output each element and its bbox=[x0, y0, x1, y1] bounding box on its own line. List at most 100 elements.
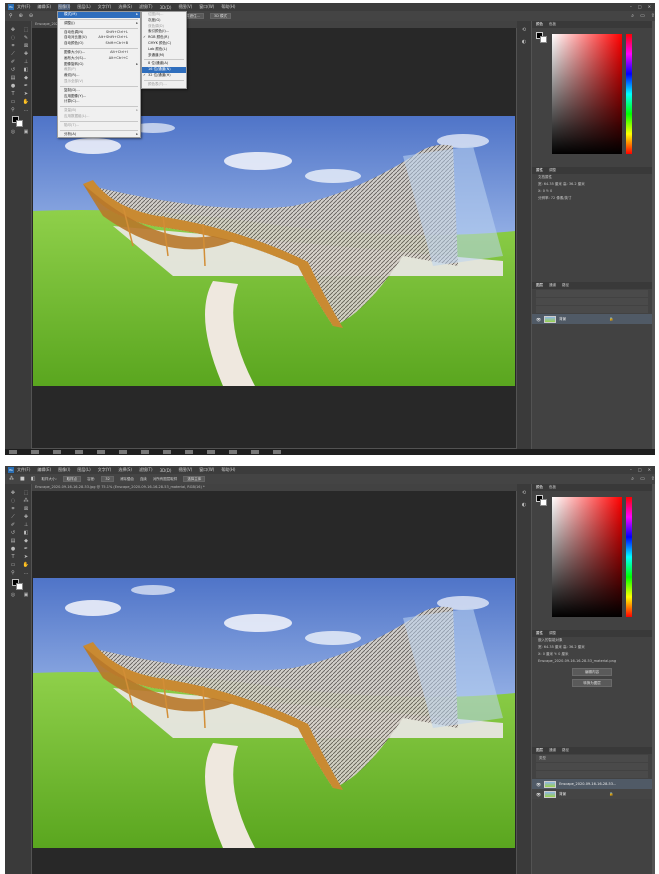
menu-image[interactable]: 图像(I) bbox=[58, 4, 71, 10]
blend-mode[interactable] bbox=[536, 763, 648, 770]
hue-slider[interactable] bbox=[626, 497, 632, 617]
screen-mode-icon[interactable]: ▣ bbox=[21, 129, 31, 135]
saturation-field[interactable] bbox=[552, 497, 622, 617]
menu-select[interactable]: 选择(S) bbox=[118, 4, 132, 10]
minimize-icon[interactable]: – bbox=[630, 467, 632, 472]
maximize-icon[interactable]: □ bbox=[638, 467, 642, 472]
menu-item[interactable]: 自动颜色(O) Shift+Ctrl+B bbox=[58, 41, 140, 47]
taskbar-app-icon[interactable] bbox=[229, 450, 237, 454]
history-icon[interactable]: ⟲ bbox=[522, 490, 526, 496]
pen-tool-icon[interactable]: ✒ bbox=[21, 83, 31, 89]
tab-paths[interactable]: 路径 bbox=[562, 283, 569, 288]
eyedropper-tool-icon[interactable]: ⟋ bbox=[8, 51, 18, 57]
tolerance-input[interactable]: 32 bbox=[101, 476, 114, 482]
menu-help[interactable]: 帮助(H) bbox=[221, 4, 235, 10]
more-tools-icon[interactable]: … bbox=[21, 570, 31, 576]
path-select-icon[interactable]: ➤ bbox=[21, 91, 31, 97]
zoom-tool-icon[interactable]: ⚲ bbox=[8, 570, 18, 576]
stamp-tool-icon[interactable]: ⊥ bbox=[21, 522, 31, 528]
menu-select[interactable]: 选择(S) bbox=[118, 467, 132, 473]
eraser-tool-icon[interactable]: ◧ bbox=[21, 530, 31, 536]
menu-file[interactable]: 文件(F) bbox=[17, 4, 30, 10]
layer-filter[interactable]: 类型 bbox=[536, 755, 648, 762]
tab-properties[interactable]: 属性 bbox=[536, 168, 543, 173]
lasso-tool-icon[interactable]: ◌ bbox=[8, 35, 18, 41]
menu-help[interactable]: 帮助(H) bbox=[221, 467, 235, 473]
color-swatches[interactable] bbox=[8, 578, 31, 590]
path-select-icon[interactable]: ➤ bbox=[21, 554, 31, 560]
eye-icon[interactable]: 👁 bbox=[536, 792, 541, 797]
shape-tool-icon[interactable]: ▭ bbox=[8, 99, 18, 105]
select-subject-button[interactable]: 选择主体 bbox=[183, 476, 206, 482]
adjust-icon[interactable]: ◐ bbox=[522, 39, 526, 45]
blur-tool-icon[interactable]: ◆ bbox=[21, 538, 31, 544]
tab-layers[interactable]: 图层 bbox=[536, 283, 543, 288]
new-selection-icon[interactable]: ■ bbox=[20, 476, 25, 482]
menu-edit[interactable]: 编辑(E) bbox=[37, 467, 51, 473]
close-icon[interactable]: ✕ bbox=[648, 467, 651, 472]
magic-wand-tool-icon[interactable]: ⁂ bbox=[21, 498, 31, 504]
workspace-icon[interactable]: ▭ bbox=[640, 476, 645, 482]
quick-select-tool-icon[interactable]: ✎ bbox=[21, 35, 31, 41]
magic-wand-icon[interactable]: ⁂ bbox=[9, 476, 14, 482]
tab-channels[interactable]: 通道 bbox=[549, 283, 556, 288]
zoom-out-icon[interactable]: ⊖ bbox=[29, 13, 33, 19]
tab-swatches[interactable]: 色板 bbox=[549, 485, 556, 490]
zoom-tool-icon[interactable]: ⚲ bbox=[9, 13, 13, 19]
crop-tool-icon[interactable]: ⌗ bbox=[8, 43, 18, 49]
tab-channels[interactable]: 通道 bbox=[549, 748, 556, 753]
taskbar-app-icon[interactable] bbox=[251, 450, 259, 454]
eyedropper-tool-icon[interactable]: ⟋ bbox=[8, 514, 18, 520]
tab-properties[interactable]: 属性 bbox=[536, 631, 543, 636]
menu-type[interactable]: 文字(Y) bbox=[98, 4, 112, 10]
gradient-tool-icon[interactable]: ▤ bbox=[8, 75, 18, 81]
taskbar-app-icon[interactable] bbox=[53, 450, 61, 454]
3d-mode-button[interactable]: 3D 模式 bbox=[209, 13, 231, 19]
minimize-icon[interactable]: – bbox=[630, 4, 632, 9]
frame-tool-icon[interactable]: ⊠ bbox=[21, 43, 31, 49]
marquee-tool-icon[interactable]: ⬚ bbox=[21, 27, 31, 33]
menu-image[interactable]: 图像(I) bbox=[58, 467, 70, 473]
layer-row-smart-object[interactable]: 👁 Enscape_2020-09-16-16-28-53... bbox=[532, 779, 652, 789]
taskbar-app-icon[interactable] bbox=[207, 450, 215, 454]
share-icon[interactable]: ⇪ bbox=[651, 13, 655, 19]
tab-paths[interactable]: 路径 bbox=[562, 748, 569, 753]
pen-tool-icon[interactable]: ✒ bbox=[21, 546, 31, 552]
add-selection-icon[interactable]: ◧ bbox=[31, 476, 36, 482]
menu-item[interactable]: 分析(A) ▸ bbox=[58, 132, 140, 138]
blur-tool-icon[interactable]: ◆ bbox=[21, 75, 31, 81]
convert-to-layers-button[interactable]: 转换为图层 bbox=[572, 679, 612, 687]
taskbar-app-icon[interactable] bbox=[119, 450, 127, 454]
menu-window[interactable]: 窗口(W) bbox=[199, 4, 214, 10]
zoom-in-icon[interactable]: ⊕ bbox=[19, 13, 23, 19]
screen-mode-icon[interactable]: ▣ bbox=[21, 592, 31, 598]
tab-adjustments[interactable]: 调整 bbox=[549, 168, 556, 173]
dodge-tool-icon[interactable]: ● bbox=[8, 83, 18, 89]
marquee-tool-icon[interactable]: ⬚ bbox=[21, 490, 31, 496]
close-icon[interactable]: ✕ bbox=[648, 4, 651, 9]
menu-type[interactable]: 文字(Y) bbox=[98, 467, 112, 473]
quick-mask-icon[interactable]: ◎ bbox=[8, 592, 18, 598]
dodge-tool-icon[interactable]: ● bbox=[8, 546, 18, 552]
eye-icon[interactable]: 👁 bbox=[536, 317, 541, 322]
menu-3d[interactable]: 3D(D) bbox=[160, 5, 172, 10]
saturation-field[interactable] bbox=[552, 34, 622, 154]
menu-view[interactable]: 视图(V) bbox=[178, 467, 192, 473]
type-tool-icon[interactable]: T bbox=[8, 554, 18, 560]
lock-row[interactable] bbox=[536, 771, 648, 778]
search-icon[interactable]: ⌕ bbox=[631, 13, 634, 19]
healing-tool-icon[interactable]: ✚ bbox=[21, 51, 31, 57]
brush-tool-icon[interactable]: ✐ bbox=[8, 59, 18, 65]
layer-filter[interactable] bbox=[536, 290, 648, 297]
tab-color[interactable]: 颜色 bbox=[536, 22, 543, 27]
zoom-tool-icon[interactable]: ⚲ bbox=[8, 107, 18, 113]
menu-item[interactable]: 模式(M) ▸ bbox=[58, 12, 140, 18]
taskbar-app-icon[interactable] bbox=[75, 450, 83, 454]
menu-filter[interactable]: 滤镜(T) bbox=[139, 4, 153, 10]
menu-window[interactable]: 窗口(W) bbox=[199, 467, 214, 473]
eye-icon[interactable]: 👁 bbox=[536, 782, 541, 787]
hand-tool-icon[interactable]: ✋ bbox=[21, 562, 31, 568]
contiguous-checkbox[interactable]: 连续 bbox=[140, 477, 147, 482]
sample-all-layers-checkbox[interactable]: 对所有图层取样 bbox=[153, 477, 178, 482]
frame-tool-icon[interactable]: ⊠ bbox=[21, 506, 31, 512]
